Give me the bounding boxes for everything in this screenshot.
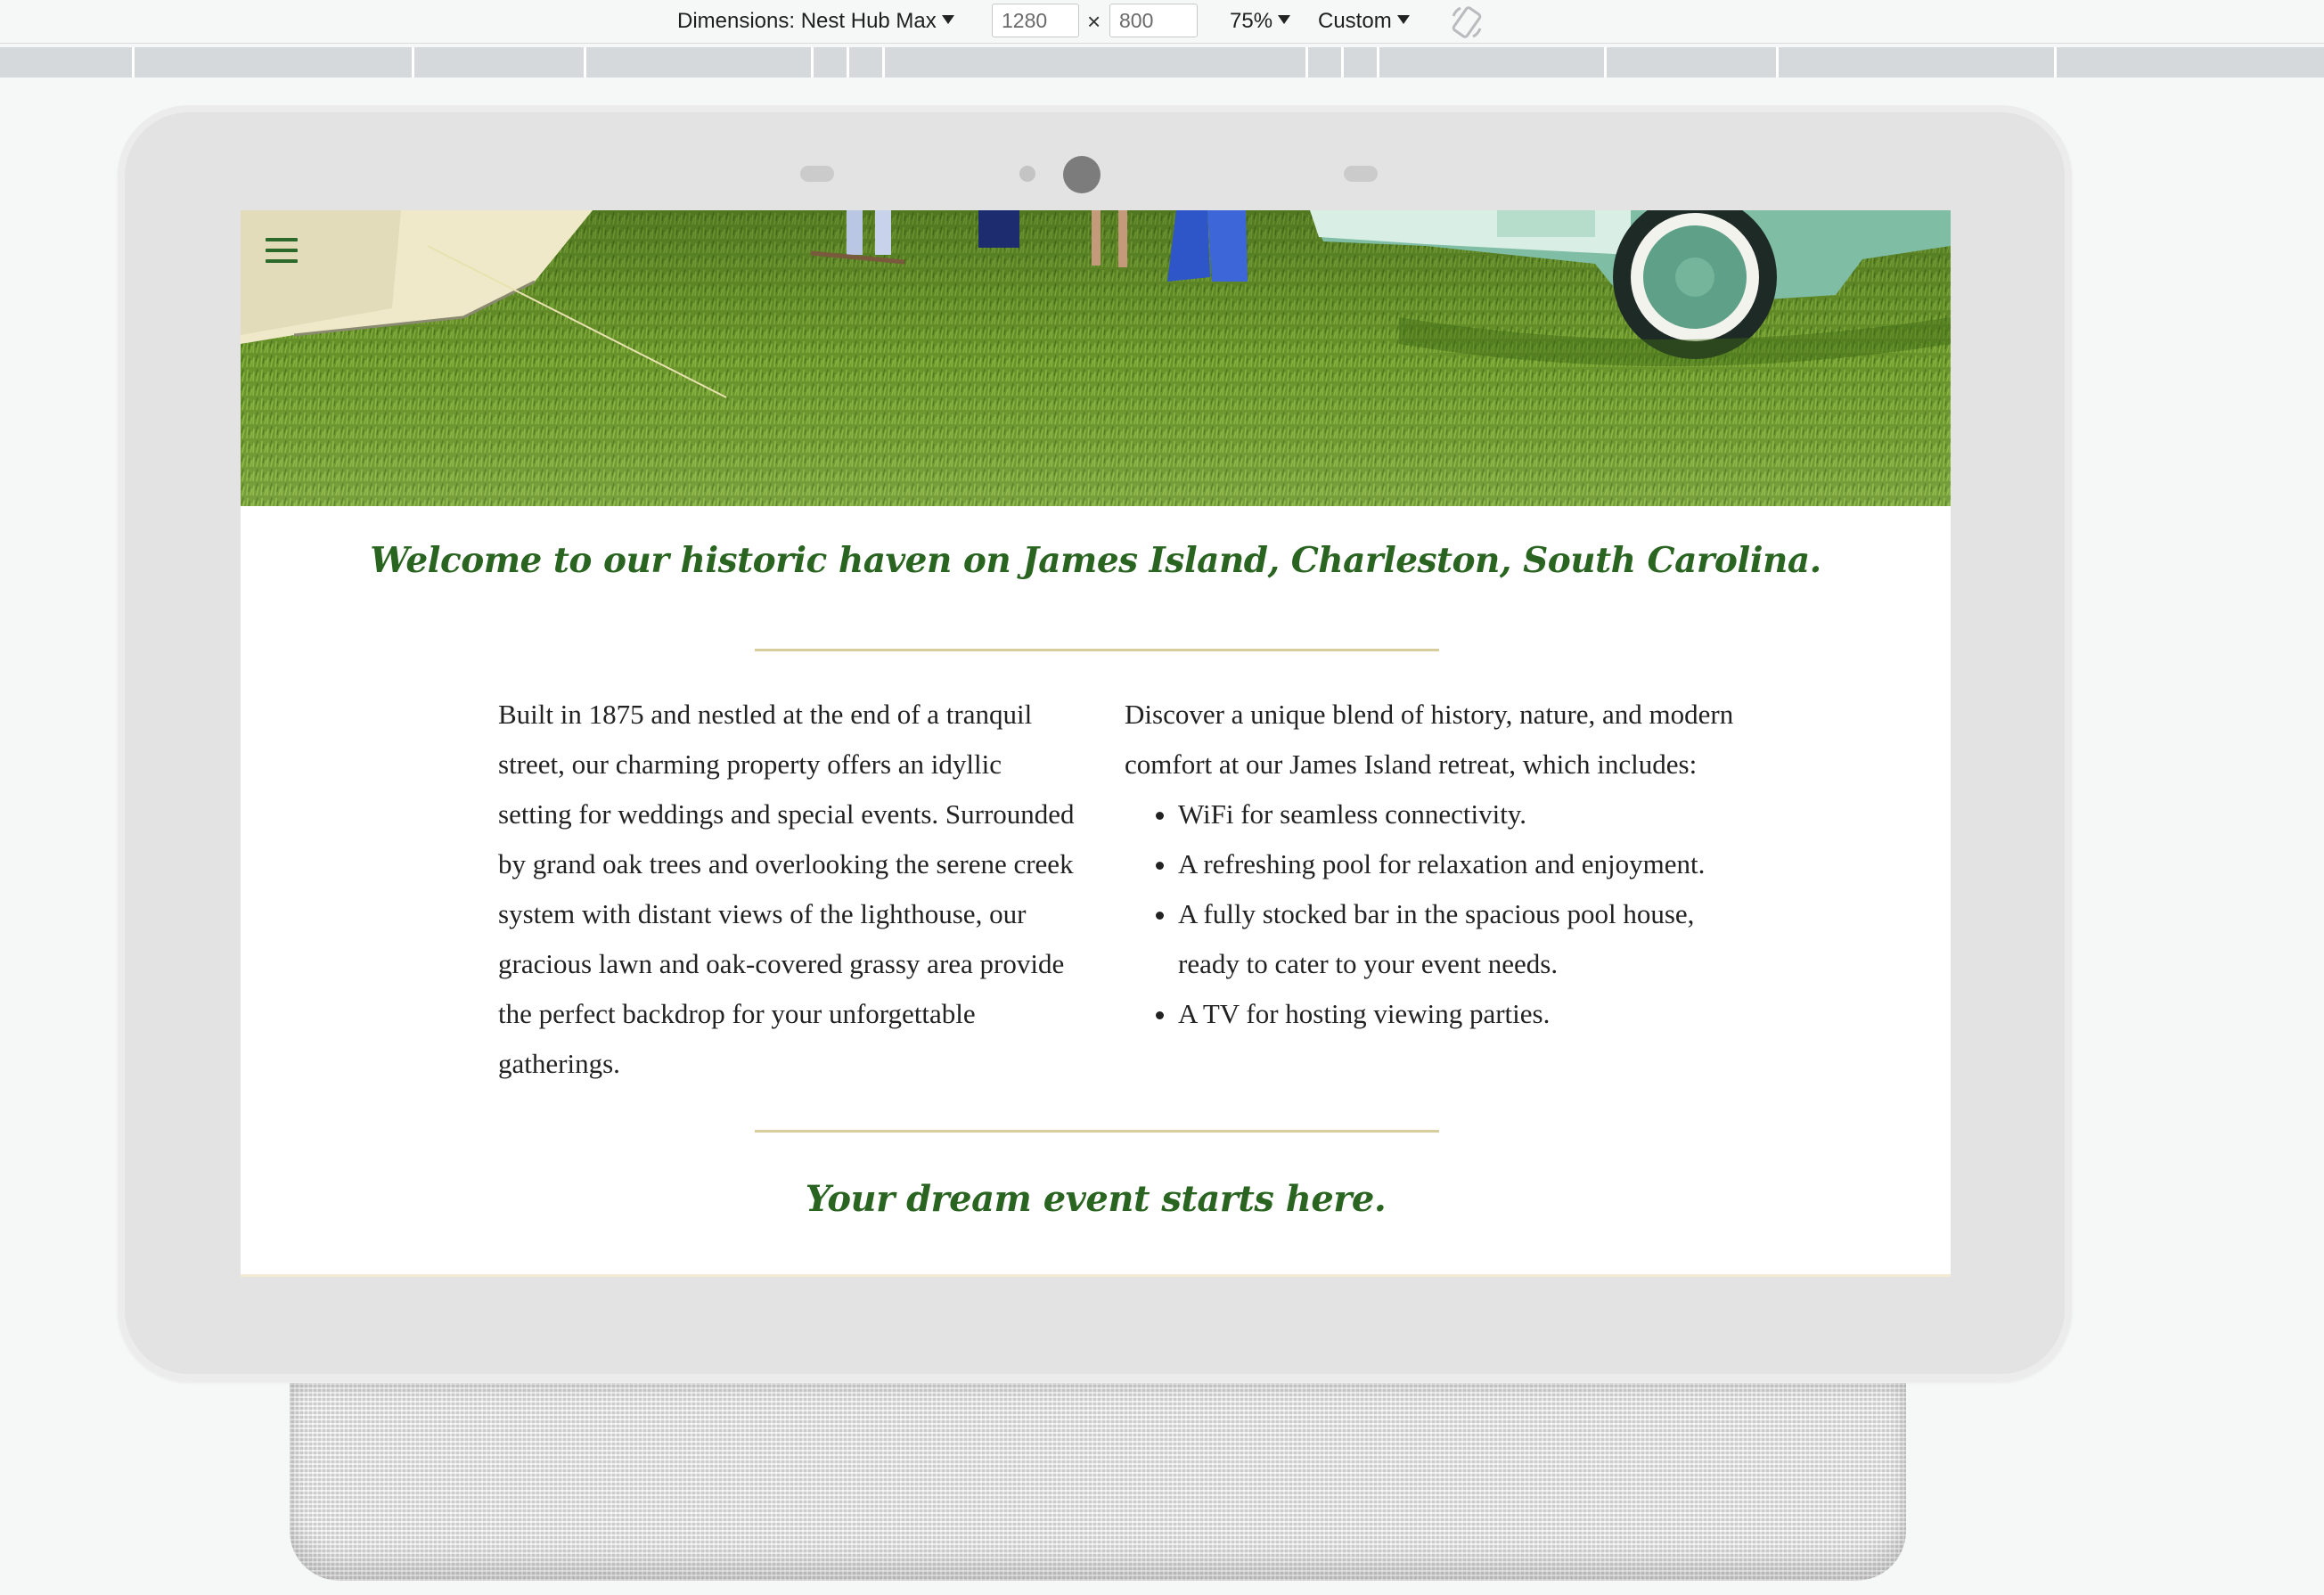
emulated-page: Welcome to our historic haven on James I…	[241, 210, 1951, 1277]
list-item: A refreshing pool for relaxation and enj…	[1178, 839, 1748, 889]
hero-image	[241, 210, 1951, 506]
width-input[interactable]	[992, 4, 1079, 37]
device-selector-label: Dimensions: Nest Hub Max	[677, 9, 937, 33]
media-query-divider	[132, 47, 135, 78]
amenities-list: WiFi for seamless connectivity. A refres…	[1125, 789, 1748, 1039]
media-query-divider	[2054, 47, 2057, 78]
amenities-intro: Discover a unique blend of history, natu…	[1125, 699, 1734, 780]
list-item: A fully stocked bar in the spacious pool…	[1178, 889, 1748, 989]
media-query-divider	[1305, 47, 1308, 78]
chevron-down-icon	[941, 15, 954, 24]
tagline: Your dream event starts here.	[805, 1178, 1387, 1220]
divider	[755, 1130, 1439, 1133]
media-query-divider	[412, 47, 414, 78]
chevron-down-icon	[1278, 15, 1291, 24]
device-sensor	[1344, 166, 1378, 182]
height-input[interactable]	[1109, 4, 1198, 37]
throttle-label: Custom	[1318, 9, 1392, 33]
media-query-divider	[1377, 47, 1379, 78]
device-toolbar: Dimensions: Nest Hub Max × 75% Custom	[0, 0, 2324, 44]
zoom-label: 75%	[1230, 9, 1273, 33]
times-sign: ×	[1087, 7, 1101, 35]
media-query-divider	[1341, 47, 1344, 78]
media-query-bar[interactable]	[0, 47, 2324, 78]
throttle-selector[interactable]: Custom	[1318, 0, 1410, 43]
device-light-sensor	[1019, 166, 1035, 182]
amenities-column: Discover a unique blend of history, natu…	[1125, 690, 1748, 1039]
media-query-divider	[847, 47, 849, 78]
intro-column: Built in 1875 and nestled at the end of …	[498, 690, 1077, 1089]
hamburger-menu-icon[interactable]	[266, 233, 301, 266]
page-bottom-border	[241, 1274, 1951, 1277]
intro-paragraph: Built in 1875 and nestled at the end of …	[498, 699, 1075, 1079]
media-query-segment	[0, 47, 2324, 78]
list-item: A TV for hosting viewing parties.	[1178, 989, 1748, 1039]
media-query-divider	[811, 47, 814, 78]
media-query-divider	[1776, 47, 1779, 78]
media-query-divider	[584, 47, 586, 78]
device-sensor	[800, 166, 834, 182]
camera-icon	[1063, 156, 1101, 193]
hero-photo	[241, 210, 1951, 506]
device-selector[interactable]: Dimensions: Nest Hub Max	[677, 0, 954, 43]
divider	[755, 649, 1439, 651]
media-query-divider	[882, 47, 885, 78]
chevron-down-icon	[1396, 15, 1410, 24]
device-speaker-base	[290, 1383, 1906, 1581]
media-query-divider	[1604, 47, 1607, 78]
page-heading: Welcome to our historic haven on James I…	[370, 540, 1821, 581]
zoom-selector[interactable]: 75%	[1230, 0, 1291, 43]
rotate-icon[interactable]	[1448, 4, 1485, 41]
list-item: WiFi for seamless connectivity.	[1178, 789, 1748, 839]
